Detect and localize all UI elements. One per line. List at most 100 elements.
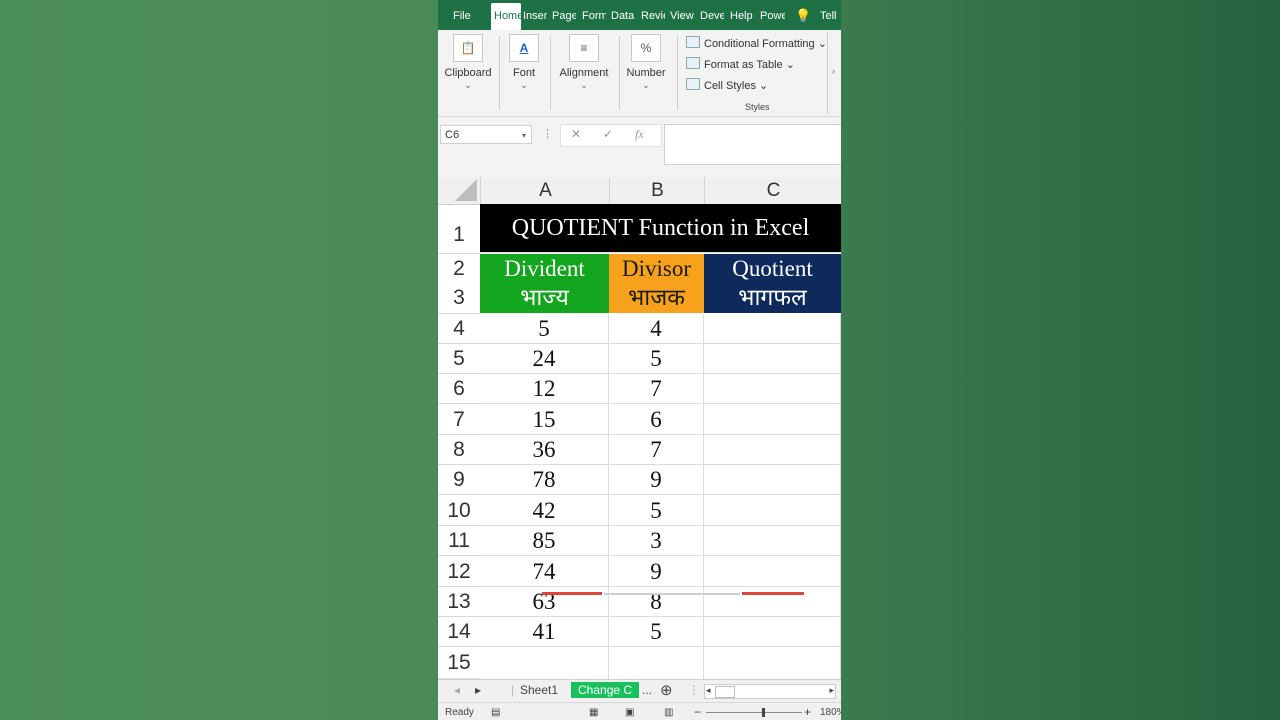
cell-c8[interactable] xyxy=(704,435,841,465)
cell-b13[interactable]: 8 xyxy=(609,587,704,617)
row-header-15[interactable]: 15 xyxy=(438,647,480,679)
insert-function-icon[interactable]: fx xyxy=(635,127,644,142)
zoom-level[interactable]: 180% xyxy=(820,707,841,718)
lightbulb-icon[interactable]: 💡 xyxy=(795,0,809,30)
normal-view-icon[interactable]: ▦ xyxy=(589,707,598,718)
scroll-left-icon[interactable]: ◂ xyxy=(454,683,460,697)
row-header-9[interactable]: 9 xyxy=(438,465,480,495)
row-header-1[interactable]: 1 xyxy=(438,204,480,254)
row-header-10[interactable]: 10 xyxy=(438,495,480,526)
sheet-tab-change[interactable]: Change C xyxy=(571,682,640,698)
cell-a8[interactable]: 36 xyxy=(480,435,609,465)
cell-b14[interactable]: 5 xyxy=(609,617,704,647)
scroll-right-arrow-icon[interactable]: ▸ xyxy=(829,685,834,696)
page-break-view-icon[interactable]: ▥ xyxy=(664,707,673,718)
cell-a10[interactable]: 42 xyxy=(480,495,609,526)
tab-data[interactable]: Data xyxy=(611,0,636,30)
sheet-tab-sheet1[interactable]: Sheet1 xyxy=(520,683,558,697)
tab-review[interactable]: Review xyxy=(641,0,665,30)
cell-c5[interactable] xyxy=(704,344,841,374)
cell-b8[interactable]: 7 xyxy=(609,435,704,465)
row-header-6[interactable]: 6 xyxy=(438,374,480,404)
row-header-12[interactable]: 12 xyxy=(438,556,480,587)
cell-a4[interactable]: 5 xyxy=(480,314,609,344)
tab-page-layout[interactable]: Page Layout xyxy=(552,0,576,30)
tab-home[interactable]: Home xyxy=(491,3,521,30)
header-divident-cell[interactable]: Divident भाज्य xyxy=(480,254,609,313)
row-header-5[interactable]: 5 xyxy=(438,344,480,374)
cell-c10[interactable] xyxy=(704,495,841,526)
cell-c12[interactable] xyxy=(704,556,841,587)
cell-c4[interactable] xyxy=(704,314,841,344)
cell-b11[interactable]: 3 xyxy=(609,526,704,556)
cell-b4[interactable]: 4 xyxy=(609,314,704,344)
chevron-right-icon[interactable]: › xyxy=(832,66,835,76)
cell-b9[interactable]: 9 xyxy=(609,465,704,495)
cell-b6[interactable]: 7 xyxy=(609,374,704,404)
cell-b7[interactable]: 6 xyxy=(609,404,704,435)
row-header-7[interactable]: 7 xyxy=(438,404,480,435)
scroll-left-arrow-icon[interactable]: ◂ xyxy=(706,685,711,696)
cell-styles-button[interactable]: Cell Styles ⌄ xyxy=(686,78,768,92)
add-sheet-icon[interactable]: ⊕ xyxy=(660,681,673,699)
tab-file[interactable]: File xyxy=(453,0,471,30)
clipboard-group[interactable]: 📋 Clipboard ⌄ xyxy=(440,34,496,91)
chevron-down-icon[interactable]: ▾ xyxy=(522,126,526,145)
splitter-icon[interactable]: ⋮ xyxy=(688,683,700,697)
cell-c11[interactable] xyxy=(704,526,841,556)
cell-c15[interactable] xyxy=(704,647,841,679)
conditional-formatting-button[interactable]: Conditional Formatting ⌄ xyxy=(686,36,827,50)
alignment-group[interactable]: ≡ Alignment ⌄ xyxy=(554,34,614,91)
row-header-4[interactable]: 4 xyxy=(438,314,480,344)
tab-developer[interactable]: Developer xyxy=(700,0,724,30)
row-header-13[interactable]: 13 xyxy=(438,587,480,617)
font-group[interactable]: A Font ⌄ xyxy=(504,34,544,91)
cell-b15[interactable] xyxy=(609,647,704,679)
column-header-b[interactable]: B xyxy=(609,177,705,204)
zoom-in-icon[interactable]: + xyxy=(804,705,811,719)
more-options-icon[interactable]: ⋮ xyxy=(542,127,553,140)
scrollbar-thumb[interactable] xyxy=(715,686,735,698)
column-header-c[interactable]: C xyxy=(704,177,841,204)
tab-power-pivot[interactable]: Power Pivot xyxy=(760,0,785,30)
cell-a5[interactable]: 24 xyxy=(480,344,609,374)
cell-a6[interactable]: 12 xyxy=(480,374,609,404)
cell-a14[interactable]: 41 xyxy=(480,617,609,647)
accessibility-icon[interactable]: ▤ xyxy=(491,707,500,718)
cell-a7[interactable]: 15 xyxy=(480,404,609,435)
cell-c7[interactable] xyxy=(704,404,841,435)
page-layout-view-icon[interactable]: ▣ xyxy=(625,707,634,718)
cell-c9[interactable] xyxy=(704,465,841,495)
header-quotient-cell[interactable]: Quotient भागफल xyxy=(704,254,841,313)
select-all-button[interactable] xyxy=(438,177,480,204)
column-header-a[interactable]: A xyxy=(480,177,610,204)
row-header-2[interactable]: 2 xyxy=(438,254,480,284)
tab-insert[interactable]: Insert xyxy=(523,0,547,30)
row-header-8[interactable]: 8 xyxy=(438,435,480,465)
cancel-icon[interactable]: ✕ xyxy=(571,127,581,141)
tab-help[interactable]: Help xyxy=(730,0,756,30)
cell-a15[interactable] xyxy=(480,647,609,679)
row-header-3[interactable]: 3 xyxy=(438,284,480,314)
formula-input[interactable] xyxy=(664,124,841,165)
tab-view[interactable]: View xyxy=(670,0,696,30)
zoom-out-icon[interactable]: − xyxy=(694,705,701,719)
cell-a12[interactable]: 74 xyxy=(480,556,609,587)
cell-b12[interactable]: 9 xyxy=(609,556,704,587)
zoom-slider-thumb[interactable] xyxy=(762,708,765,717)
cell-c14[interactable] xyxy=(704,617,841,647)
enter-icon[interactable]: ✓ xyxy=(603,127,613,141)
title-cell[interactable]: QUOTIENT Function in Excel xyxy=(480,204,841,253)
cell-c6[interactable] xyxy=(704,374,841,404)
format-as-table-button[interactable]: Format as Table ⌄ xyxy=(686,57,795,71)
more-sheets-button[interactable]: ... xyxy=(642,683,652,697)
cell-a9[interactable]: 78 xyxy=(480,465,609,495)
name-box[interactable]: C6 ▾ xyxy=(440,125,532,144)
row-header-14[interactable]: 14 xyxy=(438,617,480,647)
horizontal-scrollbar[interactable]: ◂ ▸ xyxy=(704,684,836,699)
number-group[interactable]: % Number ⌄ xyxy=(623,34,669,91)
cell-b5[interactable]: 5 xyxy=(609,344,704,374)
cell-b10[interactable]: 5 xyxy=(609,495,704,526)
tab-formulas[interactable]: Formulas xyxy=(582,0,606,30)
zoom-slider[interactable] xyxy=(706,712,802,713)
